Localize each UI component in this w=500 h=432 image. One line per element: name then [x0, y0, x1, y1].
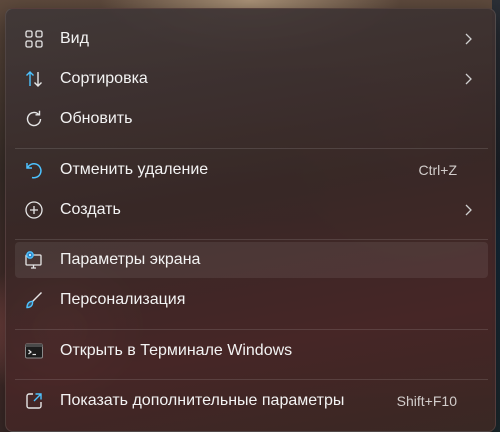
desktop-context-menu: Вид Сортировка Обновить Отменить удалени…: [5, 8, 496, 432]
menu-separator: [15, 379, 488, 380]
menu-item-open-terminal[interactable]: Открыть в Терминале Windows: [15, 333, 488, 369]
menu-item-undo-delete[interactable]: Отменить удаление Ctrl+Z: [15, 152, 488, 188]
brush-icon: [24, 290, 44, 310]
menu-item-label: Отменить удаление: [60, 161, 209, 178]
menu-separator: [15, 239, 488, 240]
chevron-right-icon: [463, 72, 473, 86]
sort-arrows-icon: [24, 69, 44, 89]
menu-item-label: Показать дополнительные параметры: [60, 392, 345, 409]
undo-icon: [24, 160, 44, 180]
shortcut-hint: Ctrl+Z: [418, 162, 458, 178]
menu-item-label: Персонализация: [60, 291, 186, 308]
display-settings-icon: [24, 250, 44, 270]
menu-item-refresh[interactable]: Обновить: [15, 101, 488, 137]
open-external-icon: [24, 391, 44, 411]
plus-circle-icon: [24, 200, 44, 220]
menu-item-label: Вид: [60, 30, 89, 47]
view-grid-icon: [24, 29, 44, 49]
menu-item-sort[interactable]: Сортировка: [15, 61, 488, 97]
menu-item-personalize[interactable]: Персонализация: [15, 282, 488, 318]
menu-item-label: Параметры экрана: [60, 251, 201, 268]
menu-item-show-more-options[interactable]: Показать дополнительные параметры Shift+…: [15, 383, 488, 419]
terminal-icon: [24, 341, 44, 361]
menu-item-label: Сортировка: [60, 70, 148, 87]
menu-item-label: Открыть в Терминале Windows: [60, 342, 293, 359]
chevron-right-icon: [463, 203, 473, 217]
menu-separator: [15, 329, 488, 330]
menu-item-display-settings[interactable]: Параметры экрана: [15, 242, 488, 278]
menu-separator: [15, 148, 488, 149]
menu-item-label: Обновить: [60, 110, 133, 127]
menu-item-view[interactable]: Вид: [15, 21, 488, 57]
chevron-right-icon: [463, 32, 473, 46]
menu-item-label: Создать: [60, 201, 121, 218]
menu-item-new[interactable]: Создать: [15, 192, 488, 228]
shortcut-hint: Shift+F10: [396, 393, 457, 409]
refresh-icon: [24, 109, 44, 129]
